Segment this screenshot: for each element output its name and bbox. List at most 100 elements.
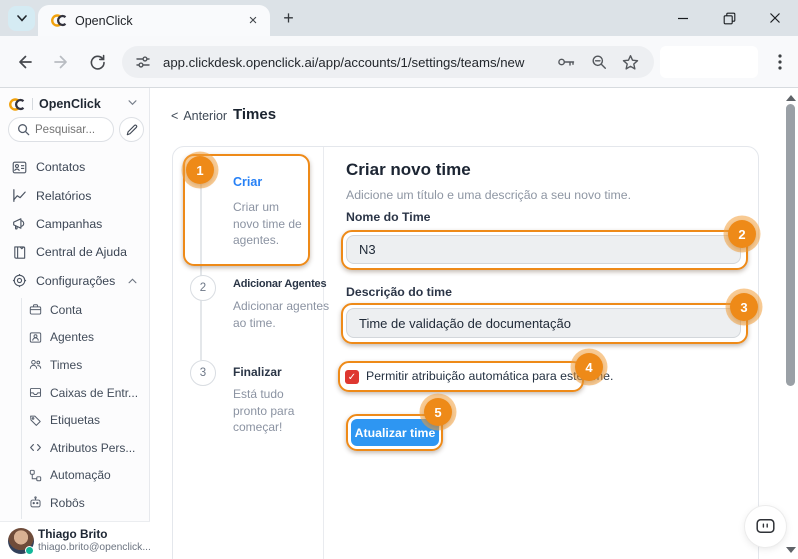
search-input[interactable]	[35, 124, 97, 136]
sidebar-item-caixas-de-entrada[interactable]: Caixas de Entr...	[0, 379, 150, 407]
step-finalizar-title: Finalizar	[233, 365, 282, 379]
step-2-circle: 2	[190, 275, 216, 301]
sidebar-item-label: Relatórios	[36, 189, 91, 203]
compose-button[interactable]	[119, 117, 144, 142]
sidebar-item-label: Caixas de Entr...	[50, 386, 138, 400]
sidebar-item-automacao[interactable]: Automação	[0, 462, 150, 490]
back-link[interactable]: < Anterior	[171, 109, 227, 123]
scrollbar-down-arrow[interactable]	[786, 547, 796, 553]
new-tab-button[interactable]: +	[277, 7, 300, 30]
user-profile[interactable]: Thiago Brito thiago.brito@openclick...	[0, 521, 150, 559]
megaphone-icon	[12, 216, 27, 231]
sidebar-item-atributos-personalizados[interactable]: Atributos Pers...	[0, 434, 150, 462]
back-button[interactable]	[14, 51, 36, 73]
brand-header[interactable]: OpenClick	[9, 94, 101, 114]
step-criar-desc: Criar um novo time de agentes.	[233, 199, 307, 249]
scrollbar-up-arrow[interactable]	[786, 95, 796, 101]
chat-bubble-icon	[756, 518, 775, 535]
restore-icon	[723, 12, 736, 25]
sidebar-item-agentes[interactable]: Agentes	[0, 324, 150, 352]
sidebar-item-robos[interactable]: Robôs	[0, 489, 150, 517]
browser-window: OpenClick × +	[0, 0, 798, 559]
forward-button[interactable]	[50, 51, 72, 73]
step-adicionar-agentes-desc: Adicionar agentes ao time.	[233, 298, 330, 331]
kebab-menu-icon	[778, 54, 782, 70]
form-heading: Criar novo time	[346, 160, 471, 180]
url-text[interactable]: app.clickdesk.openclick.ai/app/accounts/…	[163, 55, 557, 70]
minimize-button[interactable]	[660, 0, 706, 36]
window-controls	[660, 0, 798, 36]
subnav-guide-line	[21, 298, 22, 519]
sidebar-item-contatos[interactable]: Contatos	[0, 153, 150, 181]
sidebar-item-etiquetas[interactable]: Etiquetas	[0, 406, 150, 434]
agent-card-icon	[29, 331, 42, 344]
inbox-icon	[29, 386, 42, 399]
reload-icon	[89, 54, 106, 71]
sidebar-item-label: Automação	[50, 468, 111, 482]
sidebar-item-label: Times	[50, 358, 82, 372]
sidebar-search[interactable]	[8, 117, 114, 142]
sidebar-item-campanhas[interactable]: Campanhas	[0, 210, 150, 238]
restore-button[interactable]	[706, 0, 752, 36]
password-key-icon[interactable]	[557, 55, 576, 69]
team-description-label: Descrição do time	[346, 285, 452, 299]
checkmark-icon: ✓	[348, 372, 356, 383]
update-team-button[interactable]: Atualizar time	[351, 419, 439, 446]
sidebar-item-label: Contatos	[36, 160, 85, 174]
sidebar-item-relatorios[interactable]: Relatórios	[0, 181, 150, 209]
sidebar-item-central-de-ajuda[interactable]: Central de Ajuda	[0, 238, 150, 266]
step-criar-title[interactable]: Criar	[233, 175, 262, 189]
close-icon	[769, 12, 781, 24]
tab-close-icon[interactable]: ×	[244, 12, 262, 30]
team-description-input[interactable]	[346, 308, 741, 338]
zoom-icon[interactable]	[591, 54, 607, 70]
book-icon	[12, 245, 27, 260]
chevron-up-icon	[128, 278, 137, 284]
settings-icon	[12, 273, 27, 288]
users-icon	[29, 358, 42, 371]
sidebar-item-label: Central de Ajuda	[36, 245, 127, 259]
chat-widget-button[interactable]	[745, 506, 786, 547]
chart-icon	[12, 188, 27, 203]
search-icon	[17, 123, 30, 136]
team-name-input[interactable]	[346, 235, 741, 264]
brand-name: OpenClick	[39, 97, 101, 111]
tab-title: OpenClick	[75, 14, 244, 28]
sidebar-item-label: Conta	[50, 303, 82, 317]
settings-subnav: Conta Agentes Times Caixas de Entr... Et…	[0, 296, 150, 517]
robot-icon	[29, 496, 42, 509]
sidebar-item-label: Etiquetas	[50, 413, 100, 427]
stepper-connector-line	[200, 184, 202, 360]
bookmark-star-icon[interactable]	[622, 54, 639, 71]
url-bar[interactable]: app.clickdesk.openclick.ai/app/accounts/…	[122, 46, 654, 78]
sidebar-item-label: Atributos Pers...	[50, 441, 135, 455]
workspace-chevron-down-icon[interactable]	[128, 100, 137, 106]
page-title: Times	[233, 106, 276, 123]
scrollbar-thumb[interactable]	[786, 104, 795, 386]
auto-assign-checkbox[interactable]: ✓	[345, 370, 359, 384]
browser-menu-button[interactable]	[770, 51, 790, 73]
user-email: thiago.brito@openclick...	[38, 542, 151, 553]
team-name-label: Nome do Time	[346, 210, 431, 224]
sidebar-item-times[interactable]: Times	[0, 351, 150, 379]
back-chevron-icon: <	[171, 109, 178, 123]
contact-card-icon	[12, 160, 27, 175]
brand-divider	[32, 98, 33, 110]
close-button[interactable]	[752, 0, 798, 36]
auto-assign-label[interactable]: Permitir atribuição automática para este…	[366, 369, 613, 383]
user-name: Thiago Brito	[38, 527, 107, 541]
sidebar-item-conta[interactable]: Conta	[0, 296, 150, 324]
forward-arrow-icon	[52, 53, 70, 71]
sidebar-item-configuracoes[interactable]: Configurações	[0, 267, 150, 295]
chevron-down-icon	[17, 15, 27, 22]
reload-button[interactable]	[86, 51, 108, 73]
page-scrollbar[interactable]	[783, 88, 798, 559]
openclick-favicon-icon	[51, 13, 68, 28]
tab-strip: OpenClick × +	[0, 0, 798, 36]
tab-search-button[interactable]	[8, 6, 35, 31]
pencil-icon	[126, 124, 138, 136]
sidebar-item-label: Agentes	[50, 330, 94, 344]
site-settings-icon[interactable]	[135, 54, 151, 70]
browser-tab[interactable]: OpenClick ×	[38, 5, 270, 36]
back-arrow-icon	[16, 53, 34, 71]
